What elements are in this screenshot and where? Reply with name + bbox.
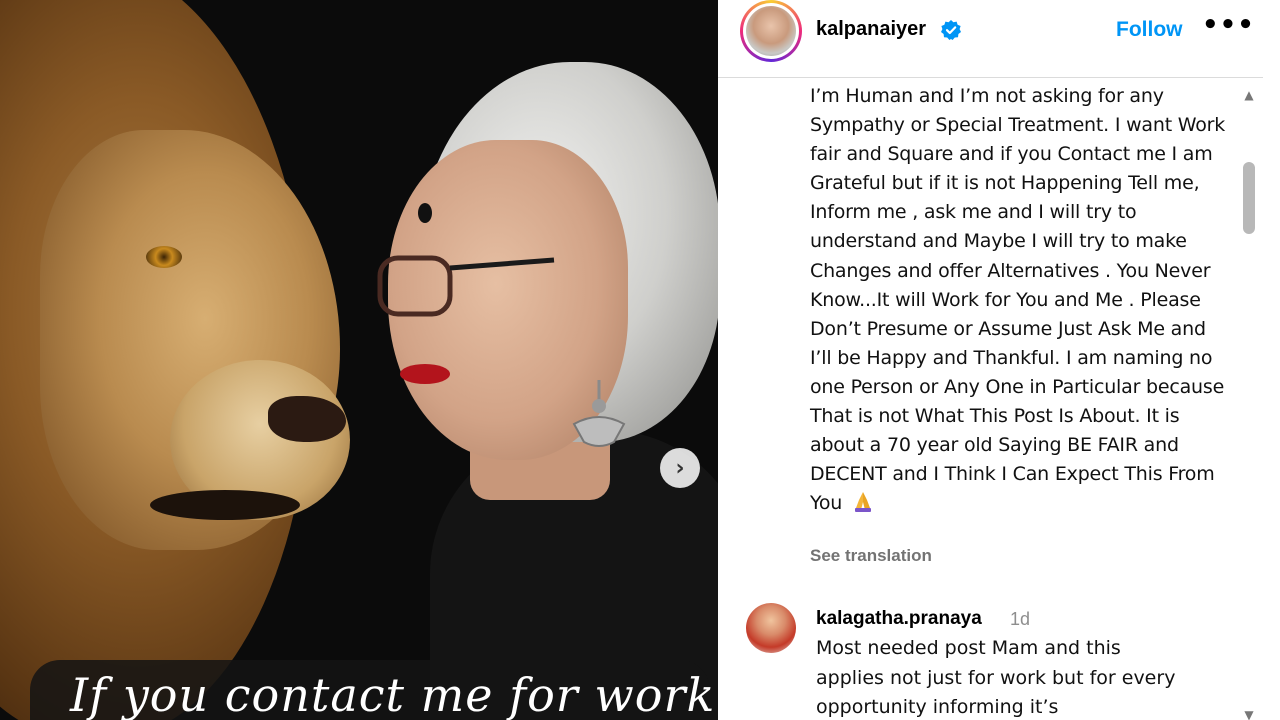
next-image-button[interactable]: ›: [660, 448, 700, 488]
lion-nose: [268, 396, 346, 442]
post-header: kalpanaiyer Follow •••: [718, 0, 1263, 78]
commenter-username[interactable]: kalagatha.pranaya: [816, 608, 982, 630]
glasses: [377, 255, 555, 317]
author-avatar-image: [746, 6, 796, 56]
more-options-icon[interactable]: •••: [1202, 10, 1255, 40]
earring: [572, 380, 626, 447]
post-image[interactable]: If you contact me for work ›: [0, 0, 718, 720]
comment-timestamp: 1d: [1010, 609, 1031, 629]
post-details-panel: kalpanaiyer Follow ••• I’m Human and I’m…: [718, 0, 1280, 720]
author-avatar[interactable]: [740, 0, 802, 62]
scrollbar-thumb[interactable]: [1243, 162, 1255, 234]
scroll-up-arrow[interactable]: ▲: [1241, 88, 1257, 102]
folded-hands-emoji: [855, 492, 871, 513]
follow-button[interactable]: Follow: [1116, 18, 1183, 42]
commenter-avatar[interactable]: [746, 603, 796, 653]
chevron-right-icon: ›: [675, 455, 685, 481]
post-caption: I’m Human and I’m not asking for any Sym…: [810, 82, 1230, 518]
lips: [400, 364, 450, 384]
comment-text: Most needed post Mam and this applies no…: [816, 637, 1176, 718]
lion-mouth: [150, 490, 300, 520]
verified-badge-icon: [941, 20, 961, 40]
image-caption-text: If you contact me for work: [70, 668, 716, 720]
author-username[interactable]: kalpanaiyer: [816, 18, 926, 41]
bindi: [418, 203, 432, 223]
lion-eye: [146, 246, 182, 268]
caption-text: I’m Human and I’m not asking for any Sym…: [810, 85, 1226, 515]
scroll-down-arrow[interactable]: ▼: [1241, 708, 1257, 720]
see-translation-link[interactable]: See translation: [810, 546, 932, 566]
